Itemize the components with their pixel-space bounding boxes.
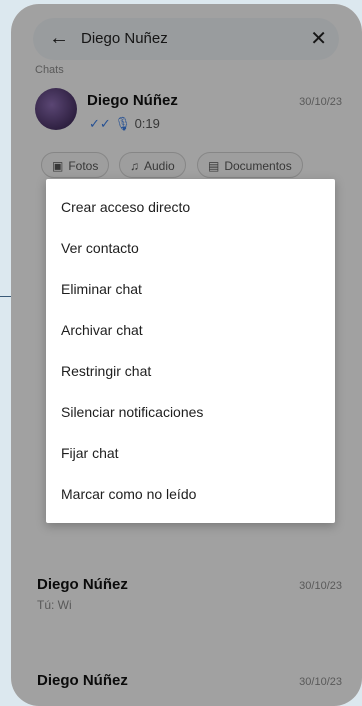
- menu-top-padding: [46, 179, 335, 187]
- menu-item-eliminar-chat[interactable]: Eliminar chat: [46, 269, 335, 310]
- menu-item-restringir-chat[interactable]: Restringir chat: [46, 351, 335, 392]
- phone-frame: ← Diego Nuñez ✕ Chats Diego Núñez 30/10/…: [11, 4, 362, 706]
- chat-context-menu: Crear acceso directo Ver contacto Elimin…: [46, 179, 335, 523]
- menu-item-marcar-como-no-leido[interactable]: Marcar como no leído: [46, 474, 335, 515]
- menu-item-silenciar-notificaciones[interactable]: Silenciar notificaciones: [46, 392, 335, 433]
- menu-item-crear-acceso-directo[interactable]: Crear acceso directo: [46, 187, 335, 228]
- menu-item-archivar-chat[interactable]: Archivar chat: [46, 310, 335, 351]
- menu-item-ver-contacto[interactable]: Ver contacto: [46, 228, 335, 269]
- menu-item-fijar-chat[interactable]: Fijar chat: [46, 433, 335, 474]
